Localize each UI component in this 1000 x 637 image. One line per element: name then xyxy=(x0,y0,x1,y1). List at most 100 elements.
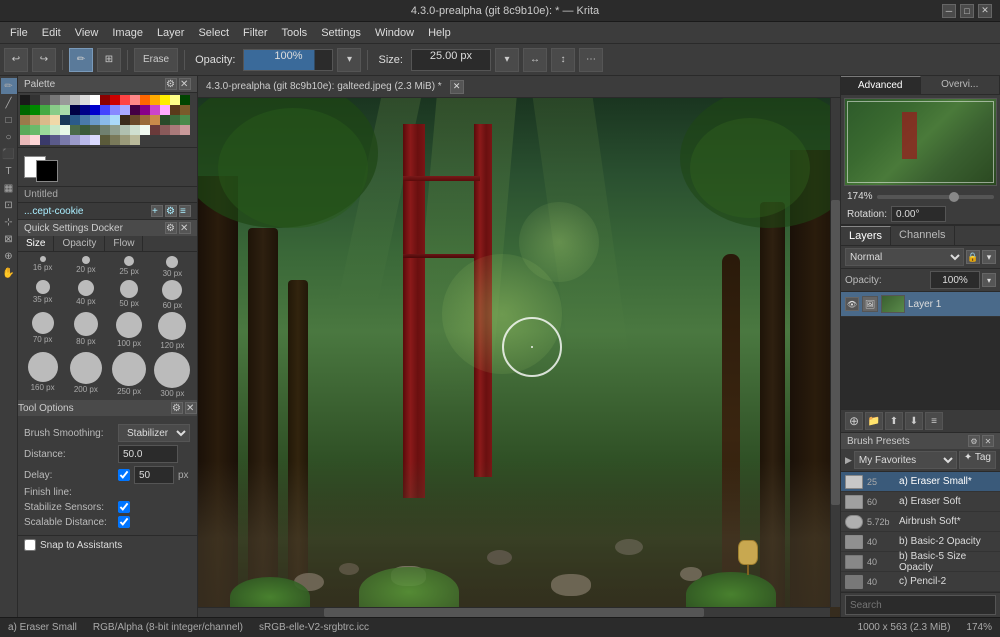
swatch[interactable] xyxy=(90,95,100,105)
brush-size-80px[interactable]: 80 px xyxy=(65,312,106,350)
brush-size-100px[interactable]: 100 px xyxy=(109,312,150,350)
tool-rectangle[interactable]: □ xyxy=(1,112,17,128)
swatch[interactable] xyxy=(20,105,30,115)
swatch[interactable] xyxy=(70,105,80,115)
swatch[interactable] xyxy=(150,105,160,115)
bp-tag-button[interactable]: ✦ Tag xyxy=(959,451,996,469)
tool-zoom[interactable]: ⊕ xyxy=(1,248,17,264)
menu-select[interactable]: Select xyxy=(192,25,235,41)
menu-edit[interactable]: Edit xyxy=(36,25,67,41)
brush-size-160px[interactable]: 160 px xyxy=(22,352,63,398)
swatch[interactable] xyxy=(180,95,190,105)
brush-preset-airbrush-soft[interactable]: 5.72b Airbrush Soft* xyxy=(841,512,1000,532)
size-dropdown[interactable]: ▾ xyxy=(495,48,519,72)
swatch[interactable] xyxy=(50,95,60,105)
brush-preset-eraser-soft[interactable]: 60 a) Eraser Soft xyxy=(841,492,1000,512)
opacity-dropdown[interactable]: ▾ xyxy=(337,48,361,72)
qs-tab-opacity[interactable]: Opacity xyxy=(54,236,105,251)
tool-line[interactable]: ╱ xyxy=(1,95,17,111)
brush-smoothing-select[interactable]: Stabilizer Basic None xyxy=(118,424,190,442)
scalable-distance-checkbox[interactable] xyxy=(118,516,130,528)
swatch[interactable] xyxy=(120,105,130,115)
layer-mode-select[interactable]: Normal xyxy=(845,248,964,266)
tool-pan[interactable]: ✋ xyxy=(1,265,17,281)
brush-size-200px[interactable]: 200 px xyxy=(65,352,106,398)
swatch[interactable] xyxy=(70,135,80,145)
size-value[interactable]: 25.00 px xyxy=(411,49,491,71)
swatch[interactable] xyxy=(100,115,110,125)
swatch[interactable] xyxy=(110,115,120,125)
snap-to-assistants-checkbox[interactable] xyxy=(24,539,36,551)
swatch[interactable] xyxy=(100,105,110,115)
swatch[interactable] xyxy=(90,115,100,125)
mirror-v-button[interactable]: ↕ xyxy=(551,48,575,72)
delay-checkbox[interactable] xyxy=(118,469,130,481)
swatch[interactable] xyxy=(170,95,180,105)
swatch[interactable] xyxy=(170,105,180,115)
swatch[interactable] xyxy=(170,125,180,135)
layer-group-btn[interactable]: 📁 xyxy=(865,412,883,430)
layer-delete-btn[interactable]: ≡ xyxy=(925,412,943,430)
canvas-vscroll[interactable] xyxy=(830,98,840,607)
tab-layers[interactable]: Layers xyxy=(841,226,891,245)
tool-crop[interactable]: ⊠ xyxy=(1,231,17,247)
swatch[interactable] xyxy=(90,105,100,115)
swatch[interactable] xyxy=(60,95,70,105)
zoom-slider[interactable] xyxy=(877,195,994,199)
more-options-button[interactable]: ⋯ xyxy=(579,48,603,72)
maximize-button[interactable]: □ xyxy=(960,4,974,18)
menu-file[interactable]: File xyxy=(4,25,34,41)
swatch[interactable] xyxy=(50,125,60,135)
brush-size-120px[interactable]: 120 px xyxy=(152,312,193,350)
swatch[interactable] xyxy=(180,115,190,125)
bp-expand-icon[interactable]: ▶ xyxy=(845,455,852,466)
delay-input[interactable] xyxy=(134,466,174,484)
swatch[interactable] xyxy=(170,115,180,125)
swatch[interactable] xyxy=(60,125,70,135)
swatch[interactable] xyxy=(150,95,160,105)
palette-settings-btn[interactable]: ⚙ xyxy=(165,78,177,90)
swatch[interactable] xyxy=(30,125,40,135)
swatch[interactable] xyxy=(100,125,110,135)
opacity-value[interactable]: 100% xyxy=(243,49,333,71)
swatch[interactable] xyxy=(110,125,120,135)
brush-settings-btn[interactable]: ⚙ xyxy=(165,205,177,217)
menu-window[interactable]: Window xyxy=(369,25,420,41)
swatch[interactable] xyxy=(140,95,150,105)
swatch[interactable] xyxy=(20,135,30,145)
swatch[interactable] xyxy=(130,95,140,105)
menu-layer[interactable]: Layer xyxy=(151,25,191,41)
swatch[interactable] xyxy=(160,115,170,125)
swatch[interactable] xyxy=(130,115,140,125)
brush-size-35px[interactable]: 35 px xyxy=(22,280,63,310)
swatch[interactable] xyxy=(80,105,90,115)
swatch[interactable] xyxy=(150,125,160,135)
canvas-close-btn[interactable]: ✕ xyxy=(450,80,464,94)
swatch[interactable] xyxy=(40,125,50,135)
qs-settings-btn[interactable]: ⚙ xyxy=(165,222,177,234)
brush-size-30px[interactable]: 30 px xyxy=(152,256,193,278)
brush-options-btn[interactable]: ≡ xyxy=(179,205,191,217)
bp-settings-btn[interactable]: ⚙ xyxy=(968,435,980,447)
bp-close-btn[interactable]: ✕ xyxy=(982,435,994,447)
tool-freehand[interactable]: ✏ xyxy=(1,78,17,94)
menu-filter[interactable]: Filter xyxy=(237,25,273,41)
swatch[interactable] xyxy=(70,95,80,105)
qs-tab-flow[interactable]: Flow xyxy=(105,236,143,251)
swatch[interactable] xyxy=(80,95,90,105)
swatch[interactable] xyxy=(120,125,130,135)
menu-help[interactable]: Help xyxy=(422,25,457,41)
swatch[interactable] xyxy=(180,125,190,135)
swatch[interactable] xyxy=(60,135,70,145)
swatch[interactable] xyxy=(160,105,170,115)
brush-size-50px[interactable]: 50 px xyxy=(109,280,150,310)
brush-size-40px[interactable]: 40 px xyxy=(65,280,106,310)
to-settings-btn[interactable]: ⚙ xyxy=(171,402,183,414)
swatch[interactable] xyxy=(40,95,50,105)
tool-select-rect[interactable]: ⊡ xyxy=(1,197,17,213)
swatch[interactable] xyxy=(20,115,30,125)
qs-tab-size[interactable]: Size xyxy=(18,236,54,251)
brush-size-300px[interactable]: 300 px xyxy=(152,352,193,398)
swatch[interactable] xyxy=(130,135,140,145)
canvas-hscroll[interactable] xyxy=(198,607,830,617)
